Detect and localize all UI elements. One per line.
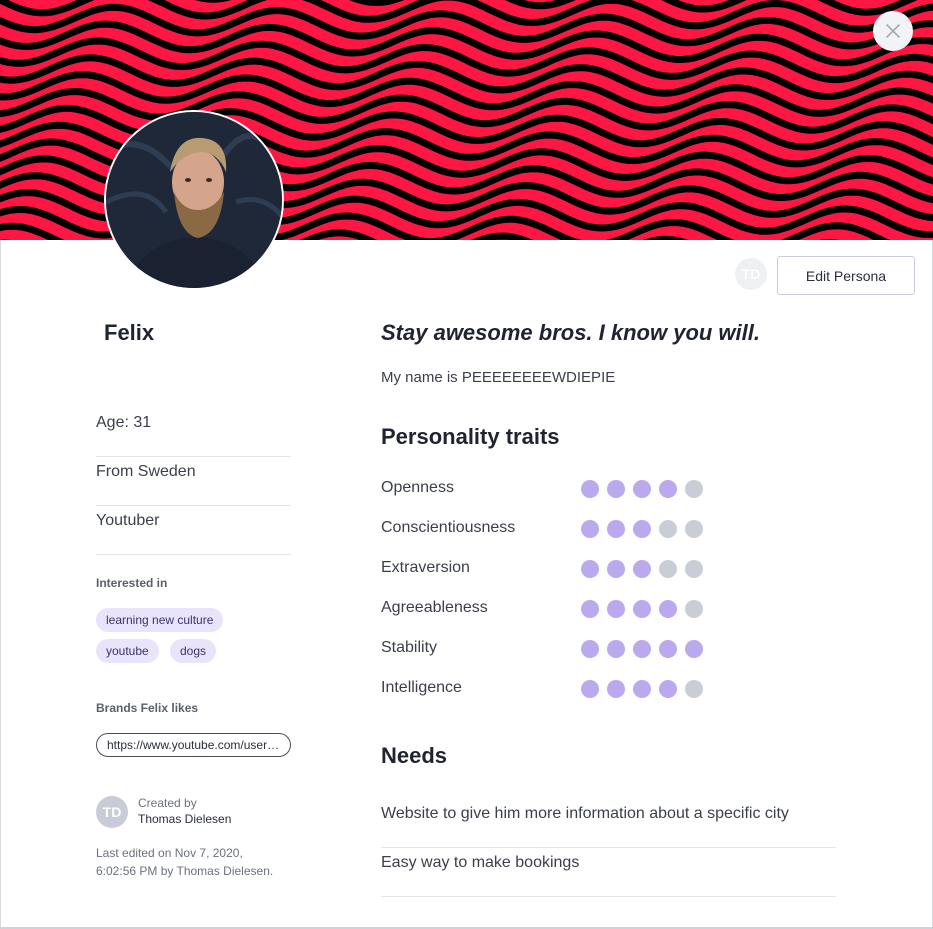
interests-label: Interested in bbox=[96, 576, 168, 590]
trait-rating-dot bbox=[659, 680, 677, 698]
trait-label: Extraversion bbox=[381, 559, 470, 576]
trait-label: Conscientiousness bbox=[381, 519, 516, 536]
trait-rating-dot bbox=[685, 600, 703, 618]
brands-label: Brands Felix likes bbox=[96, 701, 199, 715]
trait-rating-dot bbox=[607, 640, 625, 658]
trait-rating-dot bbox=[607, 680, 625, 698]
trait-rating-dot bbox=[685, 520, 703, 538]
trait-rating-dot bbox=[581, 520, 599, 538]
trait-rating-dot bbox=[607, 480, 625, 498]
close-icon bbox=[886, 24, 900, 38]
trait-rating-dot bbox=[581, 600, 599, 618]
interest-tag[interactable]: learning new culture bbox=[96, 608, 224, 632]
trait-label: Agreeableness bbox=[381, 599, 488, 616]
trait-rating-dot bbox=[659, 520, 677, 538]
persona-quote: Stay awesome bros. I know you will. bbox=[381, 320, 760, 345]
fact-occupation: Youtuber bbox=[96, 506, 291, 555]
fact-origin: From Sweden bbox=[96, 457, 291, 506]
trait-rating-dot bbox=[633, 480, 651, 498]
trait-rating-dot bbox=[633, 640, 651, 658]
owner-avatar: TD bbox=[735, 258, 767, 290]
persona-name: Felix bbox=[104, 320, 155, 345]
trait-rating-dot bbox=[685, 680, 703, 698]
trait-rating-dot bbox=[581, 480, 599, 498]
trait-rating-dot bbox=[607, 520, 625, 538]
created-by-label: Created by bbox=[138, 796, 197, 810]
creator-name: Thomas Dielesen bbox=[138, 812, 232, 826]
trait-rating-dot bbox=[633, 680, 651, 698]
edit-persona-button[interactable]: Edit Persona bbox=[777, 256, 915, 295]
persona-bio: My name is PEEEEEEEEWDIEPIE bbox=[381, 369, 616, 386]
needs-title: Needs bbox=[381, 743, 448, 768]
trait-rating-dot bbox=[659, 560, 677, 578]
trait-rating-dot bbox=[633, 560, 651, 578]
trait-rating-dot bbox=[685, 480, 703, 498]
trait-rating-dot bbox=[607, 560, 625, 578]
trait-label: Openness bbox=[381, 479, 454, 496]
trait-rating-dot bbox=[685, 640, 703, 658]
trait-label: Stability bbox=[381, 639, 438, 656]
last-edited-date: Last edited on Nov 7, 2020, bbox=[96, 846, 243, 860]
trait-rating-dot bbox=[659, 600, 677, 618]
brand-link[interactable]: https://www.youtube.com/user/PewDiePie bbox=[96, 733, 291, 757]
trait-rating-dot bbox=[659, 640, 677, 658]
need-item: Website to give him more information abo… bbox=[381, 799, 836, 848]
personality-title: Personality traits bbox=[381, 424, 560, 449]
trait-rating-dot bbox=[581, 560, 599, 578]
trait-rating-dot bbox=[581, 680, 599, 698]
trait-rating-dot bbox=[581, 640, 599, 658]
interest-tag[interactable]: youtube bbox=[96, 639, 159, 663]
last-edited-info: Last edited on Nov 7, 2020, 6:02:56 PM b… bbox=[96, 844, 306, 880]
persona-avatar bbox=[104, 110, 284, 290]
need-item: Easy way to make bookings bbox=[381, 848, 836, 897]
trait-label: Intelligence bbox=[381, 679, 462, 696]
fact-age: Age: 31 bbox=[96, 408, 291, 457]
profile-photo bbox=[106, 112, 282, 288]
trait-rating-dot bbox=[659, 480, 677, 498]
creator-avatar: TD bbox=[96, 796, 128, 828]
trait-rating-dot bbox=[607, 600, 625, 618]
interest-tag[interactable]: dogs bbox=[170, 639, 217, 663]
last-edited-time: 6:02:56 PM by Thomas Dielesen. bbox=[96, 864, 274, 878]
trait-rating-dot bbox=[685, 560, 703, 578]
trait-rating-dot bbox=[633, 520, 651, 538]
trait-rating-dot bbox=[633, 600, 651, 618]
close-button[interactable] bbox=[873, 11, 913, 51]
